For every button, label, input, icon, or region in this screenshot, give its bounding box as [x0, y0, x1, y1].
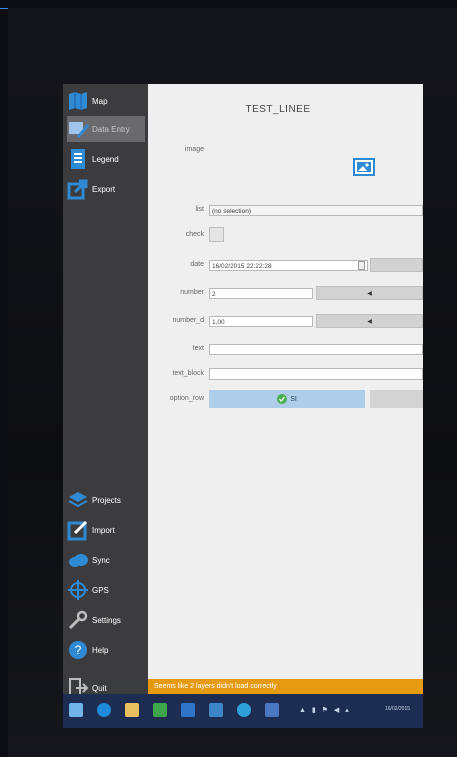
sidebar-item-label: Legend [92, 154, 119, 164]
sidebar-item-label: Projects [92, 495, 121, 505]
arrow-left-icon: ◀ [367, 319, 372, 325]
file-explorer-icon[interactable] [125, 703, 139, 717]
sidebar-item-label: Export [92, 184, 116, 194]
date-picker-button[interactable] [370, 258, 423, 272]
sidebar-item-export[interactable]: Export [67, 176, 145, 202]
wrench-icon [67, 609, 89, 631]
checkmark-circle-icon [277, 394, 288, 404]
sidebar-item-label: Sync [92, 555, 110, 565]
calendar-icon[interactable] [358, 261, 365, 270]
sidebar-item-label: Import [92, 525, 115, 535]
sidebar-item-legend[interactable]: Legend [67, 146, 145, 172]
app-screen: Map Data Entry Legend Export Projects Im… [63, 84, 423, 728]
sidebar-item-label: Quit [92, 683, 107, 693]
cloud-sync-icon [67, 549, 89, 571]
arrow-left-icon: ◀ [367, 291, 372, 297]
list-label: list [195, 206, 204, 213]
sidebar-item-label: GPS [92, 585, 109, 595]
system-tray-icons[interactable]: ▲ ▮ ⚑ ◀ ▴ [299, 706, 351, 714]
word-icon[interactable] [209, 703, 223, 717]
number-input[interactable]: 2 [209, 288, 313, 299]
list-select[interactable]: (no selection) [209, 205, 423, 216]
number-d-input[interactable]: 1,00 [209, 316, 313, 327]
number-d-label: number_d [172, 317, 204, 324]
text-block-label: text_block [172, 370, 204, 377]
status-bar: Seems like 2 layers didn't load correctl… [148, 679, 423, 694]
number-decrement-button[interactable]: ◀ [316, 286, 423, 300]
number-label: number [180, 289, 204, 296]
outlook-icon[interactable] [181, 703, 195, 717]
windows-start-icon[interactable] [69, 703, 83, 717]
layers-icon [67, 489, 89, 511]
option-si-button[interactable]: SI [209, 390, 365, 408]
date-input[interactable]: 16/02/2015 22:22:28 [209, 260, 368, 271]
sidebar-item-label: Settings [92, 615, 121, 625]
help-icon: ? [67, 639, 89, 661]
geo-app-icon[interactable] [265, 703, 279, 717]
text-input[interactable] [209, 344, 423, 355]
legend-icon [67, 148, 89, 170]
internet-explorer-icon[interactable] [97, 703, 111, 717]
device-frame: Map Data Entry Legend Export Projects Im… [8, 8, 457, 757]
sidebar-item-label: Data Entry [92, 124, 130, 134]
taskbar: ▲ ▮ ⚑ ◀ ▴ 16/02/2015 [63, 694, 423, 728]
option-other-button[interactable] [370, 390, 423, 408]
crosshair-icon [67, 579, 89, 601]
import-icon [67, 519, 89, 541]
sidebar-item-settings[interactable]: Settings [67, 607, 145, 633]
sidebar-item-label: Map [92, 96, 108, 106]
check-checkbox[interactable] [209, 227, 224, 242]
option-row-label: option_row [169, 395, 204, 402]
data-entry-form: TEST_LINEE image list (no selection) che… [148, 84, 423, 679]
sidebar-item-gps[interactable]: GPS [67, 577, 145, 603]
data-entry-icon [67, 118, 89, 140]
date-label: date [190, 261, 204, 268]
sidebar-item-help[interactable]: ? Help [67, 637, 145, 663]
number-d-decrement-button[interactable]: ◀ [316, 314, 423, 328]
map-icon [67, 90, 89, 112]
check-label: check [185, 231, 204, 238]
taskbar-clock[interactable]: 16/02/2015 [385, 706, 410, 712]
app-icon[interactable] [237, 703, 251, 717]
page-title: TEST_LINEE [245, 104, 311, 115]
svg-text:?: ? [75, 643, 82, 657]
sidebar-item-import[interactable]: Import [67, 517, 145, 543]
text-label: text [192, 345, 204, 352]
export-icon [67, 178, 89, 200]
browser-icon[interactable] [153, 703, 167, 717]
sidebar: Map Data Entry Legend Export Projects Im… [63, 84, 148, 698]
option-si-label: SI [290, 395, 297, 403]
text-block-input[interactable] [209, 368, 423, 380]
sidebar-item-data-entry[interactable]: Data Entry [67, 116, 145, 142]
sidebar-item-label: Help [92, 645, 109, 655]
image-label: image [184, 146, 204, 153]
sidebar-item-sync[interactable]: Sync [67, 547, 145, 573]
sidebar-item-projects[interactable]: Projects [67, 487, 145, 513]
image-icon[interactable] [353, 158, 375, 176]
sidebar-item-map[interactable]: Map [67, 88, 145, 114]
